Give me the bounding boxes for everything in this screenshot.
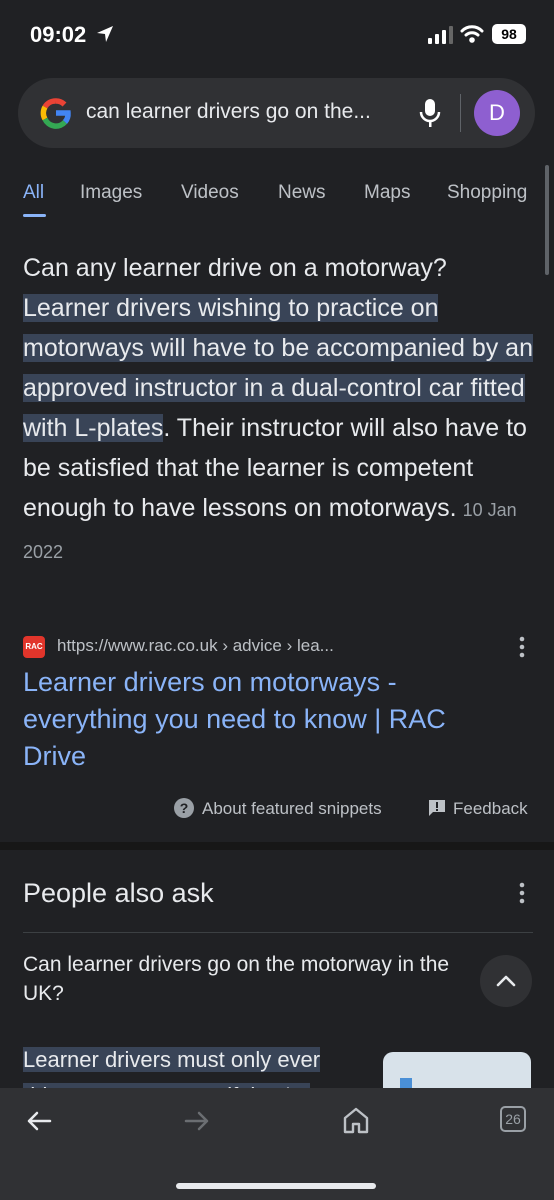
- wifi-icon: [460, 25, 484, 43]
- snippet-question: Can any learner drive on a motorway?: [23, 254, 447, 282]
- home-indicator[interactable]: [176, 1183, 376, 1189]
- tab-shopping[interactable]: Shopping: [447, 182, 527, 204]
- cellular-signal-icon: [428, 26, 453, 44]
- help-icon: ?: [174, 798, 194, 818]
- about-snippets-link[interactable]: About featured snippets: [202, 799, 382, 819]
- active-tab-indicator: [23, 214, 46, 217]
- source-url[interactable]: https://www.rac.co.uk › advice › lea...: [57, 636, 334, 656]
- tab-images[interactable]: Images: [80, 182, 142, 204]
- forward-arrow-icon[interactable]: [184, 1110, 210, 1132]
- search-divider: [460, 94, 461, 132]
- collapse-button[interactable]: [480, 955, 532, 1007]
- tabs-count-button[interactable]: 26: [500, 1106, 526, 1132]
- tab-all[interactable]: All: [23, 182, 44, 204]
- google-logo-icon: [40, 98, 71, 129]
- battery-indicator: 98: [492, 24, 526, 44]
- more-options-icon[interactable]: [519, 636, 525, 658]
- rac-favicon: RAC: [23, 636, 45, 658]
- location-arrow-icon: [97, 26, 113, 42]
- tab-videos[interactable]: Videos: [181, 182, 239, 204]
- feedback-icon: [429, 800, 445, 816]
- tab-news[interactable]: News: [278, 182, 326, 204]
- answer-thumbnail[interactable]: [383, 1052, 531, 1092]
- search-input[interactable]: can learner drivers go on the...: [86, 100, 416, 124]
- paa-divider: [23, 932, 533, 933]
- status-bar: 09:02 98: [0, 0, 554, 70]
- status-time: 09:02: [30, 22, 87, 47]
- home-icon[interactable]: [342, 1106, 370, 1134]
- paa-answer-text: Learner drivers must only ever drive on …: [23, 1047, 321, 1088]
- chevron-up-icon: [496, 975, 516, 987]
- feedback-link[interactable]: Feedback: [453, 799, 528, 819]
- back-arrow-icon[interactable]: [26, 1110, 52, 1132]
- avatar[interactable]: D: [474, 90, 520, 136]
- bottom-nav: 26: [0, 1088, 554, 1200]
- source-row[interactable]: RAC https://www.rac.co.uk › advice › lea…: [23, 632, 533, 660]
- snippet-footer: ? About featured snippets Feedback: [0, 796, 554, 822]
- search-bar[interactable]: can learner drivers go on the... D: [18, 78, 535, 148]
- microphone-icon[interactable]: [418, 98, 442, 128]
- featured-snippet: Can any learner drive on a motorway? Lea…: [23, 248, 533, 572]
- result-title-link[interactable]: Learner drivers on motorways - everythin…: [23, 664, 503, 775]
- paa-more-options-icon[interactable]: [519, 882, 525, 904]
- section-divider: [0, 842, 554, 850]
- scrollbar[interactable]: [545, 165, 549, 275]
- paa-answer: Learner drivers must only ever drive on …: [23, 1042, 363, 1088]
- people-also-ask-title: People also ask: [23, 878, 214, 908]
- tab-maps[interactable]: Maps: [364, 182, 410, 204]
- paa-question[interactable]: Can learner drivers go on the motorway i…: [23, 950, 463, 1008]
- search-tabs: All Images Videos News Maps Shopping: [0, 170, 554, 220]
